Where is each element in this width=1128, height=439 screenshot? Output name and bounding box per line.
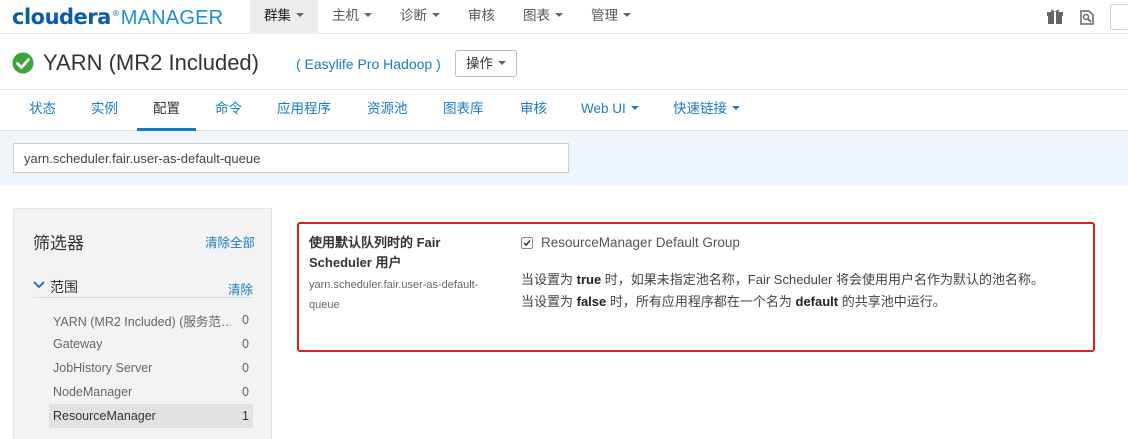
scope-filter-header[interactable]: 范围 清除 [33,276,253,298]
config-search-input[interactable] [13,143,569,173]
chevron-down-icon [364,13,372,18]
chevron-down-icon [498,61,506,66]
tab-configuration[interactable]: 配置 [137,91,196,131]
service-tabs: 状态 实例 配置 命令 应用程序 资源池 图表库 审核 Web UI 快速链接 [0,91,1128,131]
tab-applications[interactable]: 应用程序 [277,91,331,131]
actions-dropdown-button[interactable]: 操作 [455,50,517,77]
scope-label: 范围 [50,279,78,295]
filter-title: 筛选器 [33,234,84,253]
top-nav-menu: 群集 主机 诊断 审核 图表 管理 [250,0,645,34]
filter-item-resourcemanager[interactable]: ResourceManager 1 [49,404,253,428]
logo-product: MANAGER [120,7,224,29]
status-ok-icon [12,52,34,74]
tab-commands[interactable]: 命令 [215,91,242,131]
scope-clear-link[interactable]: 清除 [228,279,253,298]
nav-hosts[interactable]: 主机 [318,0,386,34]
global-search-input[interactable] [1110,4,1128,30]
chevron-down-icon [296,13,304,18]
filter-item-gateway[interactable]: Gateway 0 [49,332,253,356]
tab-status[interactable]: 状态 [29,91,56,131]
filter-item-service-wide[interactable]: YARN (MR2 Included) (服务范… 0 [49,308,253,332]
top-navbar: cloudera ® MANAGER 群集 主机 诊断 审核 图表 管理 [0,0,1128,34]
chevron-down-icon [732,106,740,111]
tab-charts-library[interactable]: 图表库 [443,91,484,131]
filter-item-jobhistory-server[interactable]: JobHistory Server 0 [49,356,253,380]
chevron-down-icon [33,281,45,289]
tab-resource-pools[interactable]: 资源池 [367,91,408,131]
running-commands-icon[interactable] [1078,8,1096,26]
scope-filter-list: YARN (MR2 Included) (服务范… 0 Gateway 0 JobH… [49,308,253,428]
description-line-false: 当设置为 false 时，所有应用程序都在一个名为 default 的共享池中运… [521,294,946,309]
logo-brand: cloudera [12,5,111,29]
service-title: YARN (MR2 Included) [43,50,259,75]
chevron-down-icon [623,13,631,18]
config-group-label: ResourceManager Default Group [541,235,740,250]
description-line-true: 当设置为 true 时，如果未指定池名称，Fair Scheduler 将会使用… [521,272,1044,287]
filter-item-nodemanager[interactable]: NodeManager 0 [49,380,253,404]
chevron-down-icon [555,13,563,18]
nav-audits[interactable]: 审核 [454,0,509,34]
config-display-name: 使用默认队列时的 Fair Scheduler 用户 [309,235,441,270]
top-right-icons [1046,0,1128,34]
tab-instances[interactable]: 实例 [91,91,118,131]
cluster-link[interactable]: ( Easylife Pro Hadoop ) [296,56,441,72]
nav-charts[interactable]: 图表 [509,0,577,34]
nav-clusters[interactable]: 群集 [250,0,318,34]
cloudera-manager-logo[interactable]: cloudera ® MANAGER [12,5,223,29]
parcel-gift-icon[interactable] [1046,8,1064,26]
tab-web-ui[interactable]: Web UI [581,91,639,131]
tab-quick-links[interactable]: 快速链接 [673,91,740,131]
config-description: 当设置为 true 时，如果未指定池名称，Fair Scheduler 将会使用… [521,269,1091,313]
clear-all-filters-link[interactable]: 清除全部 [205,232,255,251]
nav-administration[interactable]: 管理 [577,0,645,34]
chevron-down-icon [630,106,639,111]
config-property-key: yarn.scheduler.fair.user-as-default- que… [309,279,479,311]
chevron-down-icon [432,13,440,18]
tab-audits[interactable]: 审核 [520,91,547,131]
nav-diagnostics[interactable]: 诊断 [386,0,454,34]
config-value-checkbox[interactable] [521,237,533,249]
logo-registered: ® [112,9,119,18]
